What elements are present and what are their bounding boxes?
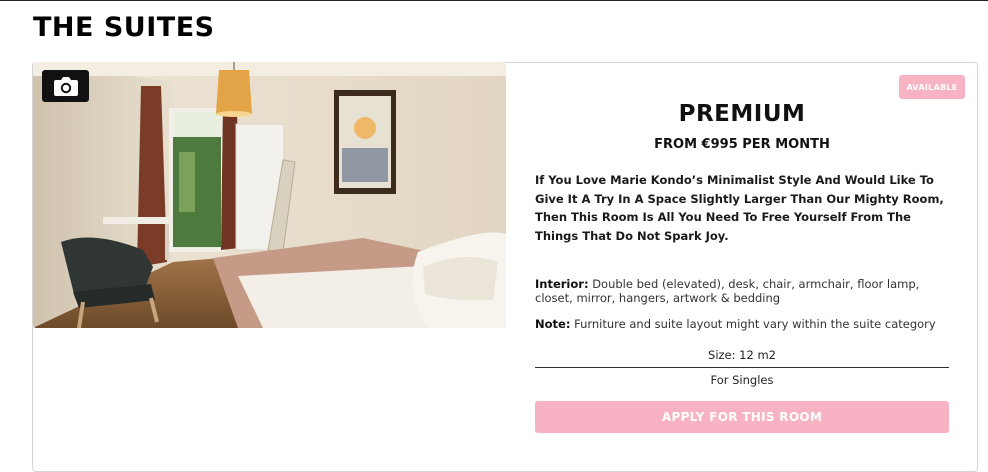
note-details: Note: Furniture and suite layout might v…: [535, 317, 953, 332]
status-badge: AVAILABLE: [899, 75, 965, 99]
top-divider: [0, 0, 988, 1]
room-description: If You Love Marie Kondo’s Minimalist Sty…: [535, 173, 944, 243]
apply-button[interactable]: APPLY FOR THIS ROOM: [535, 401, 949, 433]
room-photo-illustration: [33, 62, 506, 328]
interior-text: Double bed (elevated), desk, chair, armc…: [535, 277, 920, 305]
interior-details: Interior: Double bed (elevated), desk, c…: [535, 277, 953, 305]
note-text: Furniture and suite layout might vary wi…: [574, 317, 936, 331]
room-size: Size: 12 m2: [708, 348, 776, 362]
gallery-camera-button[interactable]: [42, 70, 89, 102]
room-price: FROM €995 PER MONTH: [654, 137, 830, 152]
camera-icon: [53, 76, 78, 96]
note-label: Note:: [535, 317, 571, 331]
section-title: THE SUITES: [33, 12, 215, 43]
room-occupancy: For Singles: [710, 373, 774, 387]
interior-label: Interior:: [535, 277, 589, 291]
room-photo[interactable]: [33, 62, 506, 328]
room-name: PREMIUM: [678, 101, 806, 127]
details-divider: [535, 367, 949, 368]
